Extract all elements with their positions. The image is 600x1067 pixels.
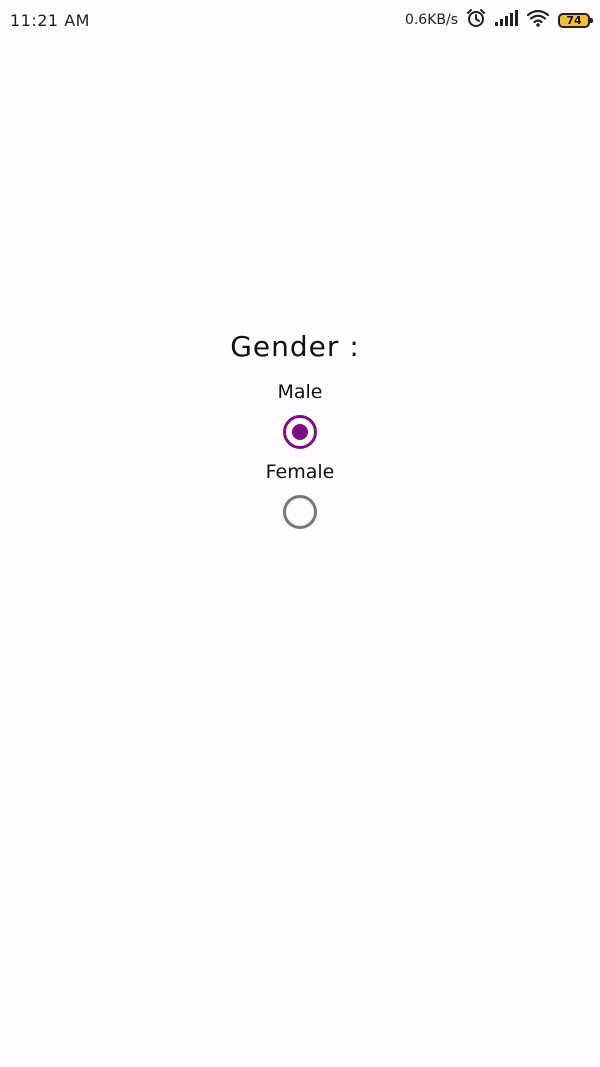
- battery-icon: 74: [558, 12, 593, 28]
- male-label: Male: [277, 381, 323, 403]
- status-time: 11:21 AM: [10, 10, 90, 30]
- female-radio[interactable]: [283, 495, 317, 529]
- alarm-icon: [466, 8, 486, 32]
- female-label: Female: [265, 461, 335, 483]
- status-bar: 11:21 AM 0.6KB/s 74: [0, 0, 600, 40]
- radio-selected-dot: [292, 424, 308, 440]
- gender-title: Gender :: [230, 330, 360, 363]
- status-icons: 0.6KB/s 74: [404, 8, 593, 32]
- gender-form: Gender : Male Female: [0, 330, 600, 541]
- signal-icon: [494, 9, 518, 31]
- male-radio[interactable]: [283, 415, 317, 449]
- network-speed: 0.6KB/s: [404, 12, 458, 28]
- wifi-icon: [526, 9, 550, 31]
